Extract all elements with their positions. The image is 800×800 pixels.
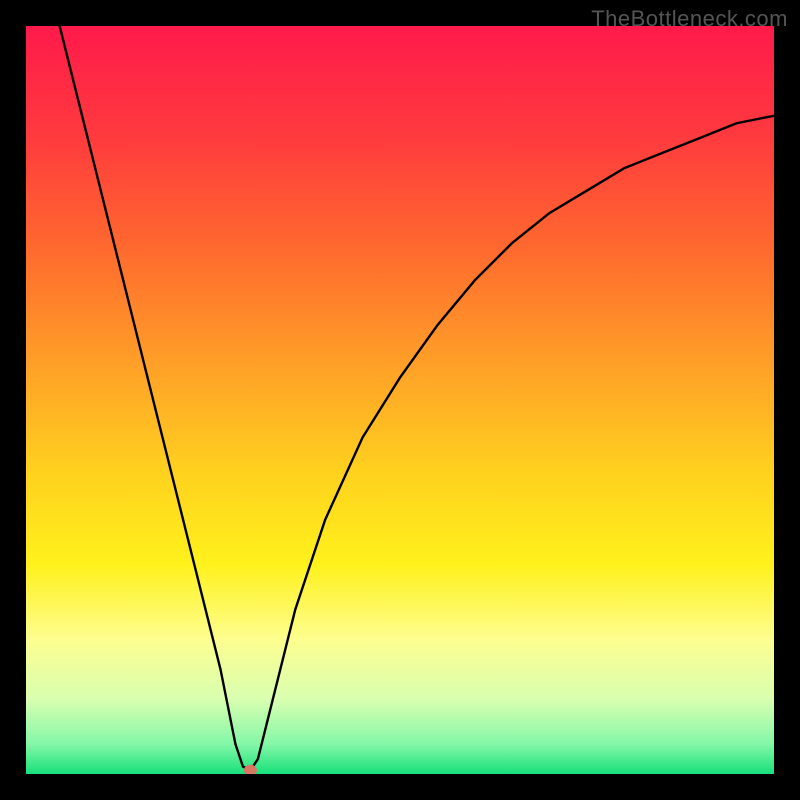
plot-area	[26, 26, 774, 774]
minimum-point-marker	[244, 765, 256, 774]
plot-svg	[26, 26, 774, 774]
chart-container: TheBottleneck.com	[0, 0, 800, 800]
watermark-text: TheBottleneck.com	[591, 6, 788, 32]
gradient-background	[26, 26, 774, 774]
